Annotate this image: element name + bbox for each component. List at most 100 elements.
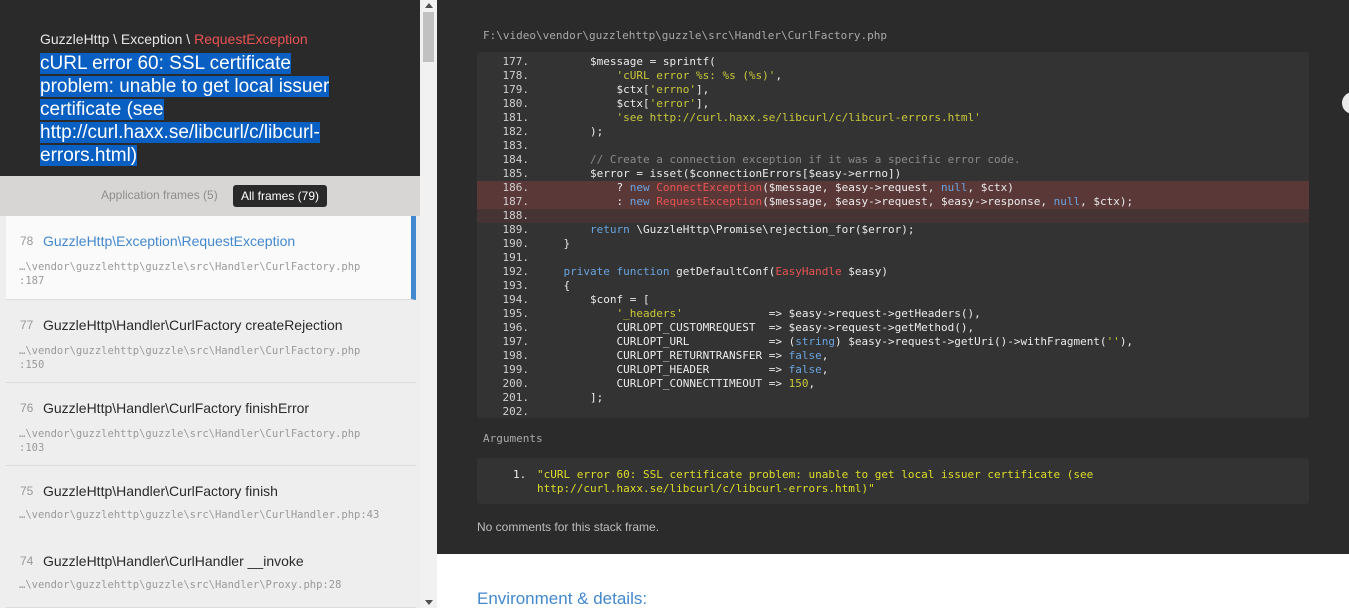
line-number: 187. [502, 195, 530, 208]
frame-file-path: …\vendor\guzzlehttp\guzzle\src\Handler\C… [19, 509, 380, 521]
line-number: 190. [502, 237, 530, 250]
line-number: 184. [502, 153, 530, 166]
line-source: $ctx['errno'], [537, 83, 710, 96]
exception-header: GuzzleHttp \ Exception \ RequestExceptio… [0, 0, 420, 176]
line-source: return \GuzzleHttp\Promise\rejection_for… [589, 223, 915, 236]
code-line: 194. $conf = [ [477, 293, 1309, 307]
line-source: CURLOPT_RETURNTRANSFER => false, [537, 349, 829, 362]
line-source: CURLOPT_CONNECTTIMEOUT => 150, [537, 377, 816, 390]
frame-item[interactable]: 77 GuzzleHttp\Handler\CurlFactory create… [6, 300, 416, 383]
code-line: 185. $error = isset($connectionErrors[$e… [477, 167, 1309, 181]
line-number: 195. [502, 307, 530, 320]
code-line: 178. 'cURL error %s: %s (%s)', [477, 69, 1309, 83]
code-line: 199. CURLOPT_HEADER => false, [477, 363, 1309, 377]
arguments-title: Arguments [483, 432, 543, 445]
line-source: CURLOPT_URL => (string) $easy->request->… [537, 335, 1134, 348]
code-line: 186. ? new ConnectException($message, $e… [477, 181, 1309, 195]
line-number: 193. [502, 279, 530, 292]
line-number: 182. [502, 125, 530, 138]
line-source: : new RequestException($message, $easy->… [537, 195, 1134, 208]
code-line: 197. CURLOPT_URL => (string) $easy->requ… [477, 335, 1309, 349]
stack-frames-panel: GuzzleHttp \ Exception \ RequestExceptio… [0, 0, 420, 608]
frame-file: …\vendor\guzzlehttp\guzzle\src\Handler\C… [19, 344, 389, 372]
frame-file: …\vendor\guzzlehttp\guzzle\src\Handler\C… [19, 260, 389, 288]
line-source: '_headers' => $easy->request->getHeaders… [616, 307, 981, 320]
environment-details-title: Environment & details: [477, 589, 648, 608]
filter-application-frames[interactable]: Application frames (5) [101, 188, 218, 202]
frame-class: GuzzleHttp\Handler\CurlHandler __invoke [43, 553, 304, 569]
code-line: 193. { [477, 279, 1309, 293]
frame-class: GuzzleHttp\Handler\CurlFactory finish [43, 483, 278, 499]
scroll-thumb[interactable] [423, 12, 434, 62]
frame-class: GuzzleHttp\Exception\RequestException [43, 233, 296, 249]
line-source: $conf = [ [537, 293, 650, 306]
line-number: 180. [502, 97, 530, 110]
line-number: 188. [502, 209, 530, 222]
line-number: 196. [502, 321, 530, 334]
scroll-up-icon[interactable] [425, 3, 433, 8]
line-source: $error = isset($connectionErrors[$easy->… [537, 167, 902, 180]
frame-number: 78 [20, 234, 34, 248]
frame-file-path: …\vendor\guzzlehttp\guzzle\src\Handler\C… [19, 345, 361, 357]
line-source: } [537, 237, 571, 250]
line-source: CURLOPT_HEADER => false, [537, 363, 829, 376]
line-source: { [537, 279, 571, 292]
frame-class: GuzzleHttp\Handler\CurlFactory finishErr… [43, 400, 310, 416]
code-line: 177. $message = sprintf( [477, 55, 1309, 69]
code-line: 200. CURLOPT_CONNECTTIMEOUT => 150, [477, 377, 1309, 391]
line-source: $ctx['error'], [537, 97, 710, 110]
left-scrollbar[interactable] [420, 0, 437, 608]
code-file-path: F:\video\vendor\guzzlehttp\guzzle\src\Ha… [483, 29, 887, 42]
no-comments-text: No comments for this stack frame. [477, 520, 660, 534]
code-line: 191. [477, 251, 1309, 265]
line-source: ? new ConnectException($message, $easy->… [537, 181, 1014, 194]
line-number: 178. [502, 69, 530, 82]
frame-item[interactable]: 74 GuzzleHttp\Handler\CurlHandler __invo… [6, 536, 416, 608]
frame-item[interactable]: 76 GuzzleHttp\Handler\CurlFactory finish… [6, 383, 416, 466]
argument-number: 1. [513, 468, 527, 481]
argument-value: "cURL error 60: SSL certificate problem:… [537, 468, 1094, 495]
frame-number: 74 [20, 554, 34, 568]
line-number: 194. [502, 293, 530, 306]
exception-message-text[interactable]: cURL error 60: SSL certificate problem: … [40, 53, 330, 166]
line-number: 185. [502, 167, 530, 180]
exception-namespace: GuzzleHttp \ Exception \ RequestExceptio… [40, 31, 308, 47]
line-source: // Create a connection exception if it w… [537, 153, 1021, 166]
line-source: private function getDefaultConf(EasyHand… [563, 265, 889, 278]
line-source: ]; [537, 391, 604, 404]
frame-file-path: …\vendor\guzzlehttp\guzzle\src\Handler\C… [19, 428, 361, 440]
frame-number: 75 [20, 484, 34, 498]
line-number: 198. [502, 349, 530, 362]
frame-file-line: :150 [19, 359, 45, 371]
line-source: 'see http://curl.haxx.se/libcurl/c/libcu… [616, 111, 981, 124]
line-number: 202. [502, 405, 530, 418]
frame-file-path: …\vendor\guzzlehttp\guzzle\src\Handler\C… [19, 261, 361, 273]
frame-filters: Application frames (5) All frames (79) [0, 176, 420, 216]
scroll-down-icon[interactable] [425, 600, 433, 605]
arguments-box: 1. "cURL error 60: SSL certificate probl… [477, 458, 1309, 504]
line-number: 177. [502, 55, 530, 68]
frame-number: 77 [20, 318, 34, 332]
exception-namespace-text: GuzzleHttp \ Exception \ [40, 31, 195, 47]
frame-number: 76 [20, 401, 34, 415]
line-number: 191. [502, 251, 530, 264]
line-number: 189. [502, 223, 530, 236]
code-line: 190. } [477, 237, 1309, 251]
frame-file-line: :103 [19, 442, 45, 454]
line-number: 179. [502, 83, 530, 96]
frame-item[interactable]: 78 GuzzleHttp\Exception\RequestException… [6, 216, 416, 300]
code-line: 180. $ctx['error'], [477, 97, 1309, 111]
code-line: 187. : new RequestException($message, $e… [477, 195, 1309, 209]
line-number: 181. [502, 111, 530, 124]
exception-message[interactable]: cURL error 60: SSL certificate problem: … [40, 52, 360, 167]
code-line: 184. // Create a connection exception if… [477, 153, 1309, 167]
frame-file: …\vendor\guzzlehttp\guzzle\src\Handler\C… [19, 427, 389, 455]
frames-list: 78 GuzzleHttp\Exception\RequestException… [6, 216, 416, 608]
line-number: 200. [502, 377, 530, 390]
line-number: 183. [502, 139, 530, 152]
filter-all-frames[interactable]: All frames (79) [233, 185, 328, 207]
line-number: 197. [502, 335, 530, 348]
code-line: 192. private function getDefaultConf(Eas… [477, 265, 1309, 279]
frame-file-line: :187 [19, 275, 45, 287]
code-line: 182. ); [477, 125, 1309, 139]
